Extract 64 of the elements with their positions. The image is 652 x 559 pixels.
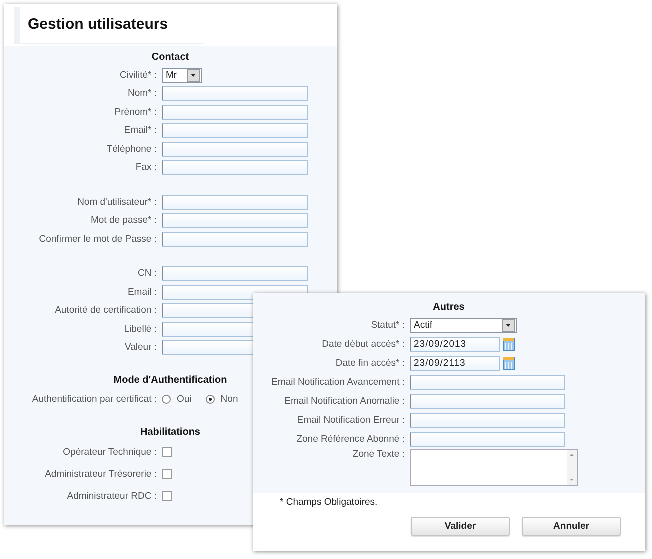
text-field[interactable] bbox=[410, 375, 565, 390]
text-field[interactable] bbox=[162, 266, 308, 282]
text-field[interactable] bbox=[162, 86, 308, 102]
field-label: Téléphone : bbox=[106, 144, 157, 155]
caret-icon bbox=[187, 68, 200, 82]
select-field[interactable]: Actif bbox=[410, 318, 517, 333]
date-field[interactable]: 23/09/2013 bbox=[410, 337, 500, 352]
field-label: Fax : bbox=[136, 162, 157, 174]
text-field[interactable] bbox=[410, 432, 565, 447]
text-field[interactable] bbox=[162, 213, 308, 228]
radio-button[interactable] bbox=[162, 394, 171, 404]
action-button[interactable]: Annuler bbox=[522, 517, 621, 536]
field-label: Statut* : bbox=[371, 320, 405, 331]
field-label: Administrateur Trésorerie : bbox=[45, 468, 157, 480]
field-label: Email : bbox=[128, 286, 157, 298]
field-label: Date fin accès* : bbox=[336, 358, 405, 369]
field-label: Mot de passe* : bbox=[90, 215, 157, 226]
field-label: Email* : bbox=[124, 125, 157, 136]
action-button[interactable]: Valider bbox=[411, 517, 510, 536]
calendar-icon[interactable] bbox=[503, 357, 515, 370]
checkbox[interactable] bbox=[162, 469, 172, 479]
text-area[interactable] bbox=[410, 449, 578, 486]
text-field[interactable] bbox=[162, 142, 308, 157]
date-field[interactable]: 23/09/2113 bbox=[410, 356, 500, 371]
field-label: Email Notification Anomalie : bbox=[284, 396, 405, 407]
field-label: Confirmer le mot de Passe : bbox=[39, 234, 157, 245]
field-label: Nom d'utilisateur* : bbox=[78, 196, 157, 208]
field-label: CN : bbox=[138, 268, 157, 280]
section-heading: Contact bbox=[152, 51, 190, 65]
calendar-icon[interactable] bbox=[503, 338, 515, 351]
text-field[interactable] bbox=[162, 104, 308, 120]
field-label: Libellé : bbox=[124, 324, 157, 335]
field-label: Autorité de certification : bbox=[55, 305, 157, 316]
scrollbar-icon bbox=[567, 450, 577, 485]
field-label: Opérateur Technique : bbox=[63, 446, 157, 458]
field-label: Nom* : bbox=[128, 88, 157, 100]
required-note: * Champs Obligatoires. bbox=[279, 496, 379, 508]
section-heading: Habilitations bbox=[140, 426, 200, 440]
field-label: Administrateur RDC : bbox=[67, 490, 157, 502]
option-label: Oui bbox=[177, 394, 192, 404]
select-field[interactable]: Mr bbox=[162, 68, 202, 83]
radio-button[interactable] bbox=[206, 394, 215, 404]
page-title: Gestion utilisateurs bbox=[14, 6, 203, 44]
text-field[interactable] bbox=[162, 194, 308, 210]
section-heading: Autres bbox=[433, 301, 465, 315]
field-label: Date début accès* : bbox=[322, 339, 405, 350]
text-field[interactable] bbox=[162, 160, 308, 176]
text-field[interactable] bbox=[162, 232, 308, 247]
field-label: Civilité* : bbox=[120, 70, 157, 81]
checkbox[interactable] bbox=[162, 447, 172, 457]
option-label: Non bbox=[220, 394, 238, 404]
field-label: Prénom* : bbox=[114, 106, 157, 118]
field-label: Email Notification Erreur : bbox=[297, 415, 405, 426]
field-label: Zone Référence Abonné : bbox=[296, 434, 405, 445]
text-field[interactable] bbox=[410, 394, 565, 409]
field-label: Email Notification Avancement : bbox=[272, 377, 405, 388]
text-field[interactable] bbox=[162, 123, 308, 138]
field-label: Zone Texte : bbox=[352, 449, 405, 460]
checkbox[interactable] bbox=[162, 491, 172, 501]
text-field[interactable] bbox=[410, 413, 565, 428]
section-heading: Mode d'Authentification bbox=[114, 374, 228, 388]
field-label: Valeur : bbox=[124, 342, 157, 354]
field-label: Authentification par certificat : bbox=[32, 394, 157, 404]
caret-icon bbox=[502, 319, 515, 332]
